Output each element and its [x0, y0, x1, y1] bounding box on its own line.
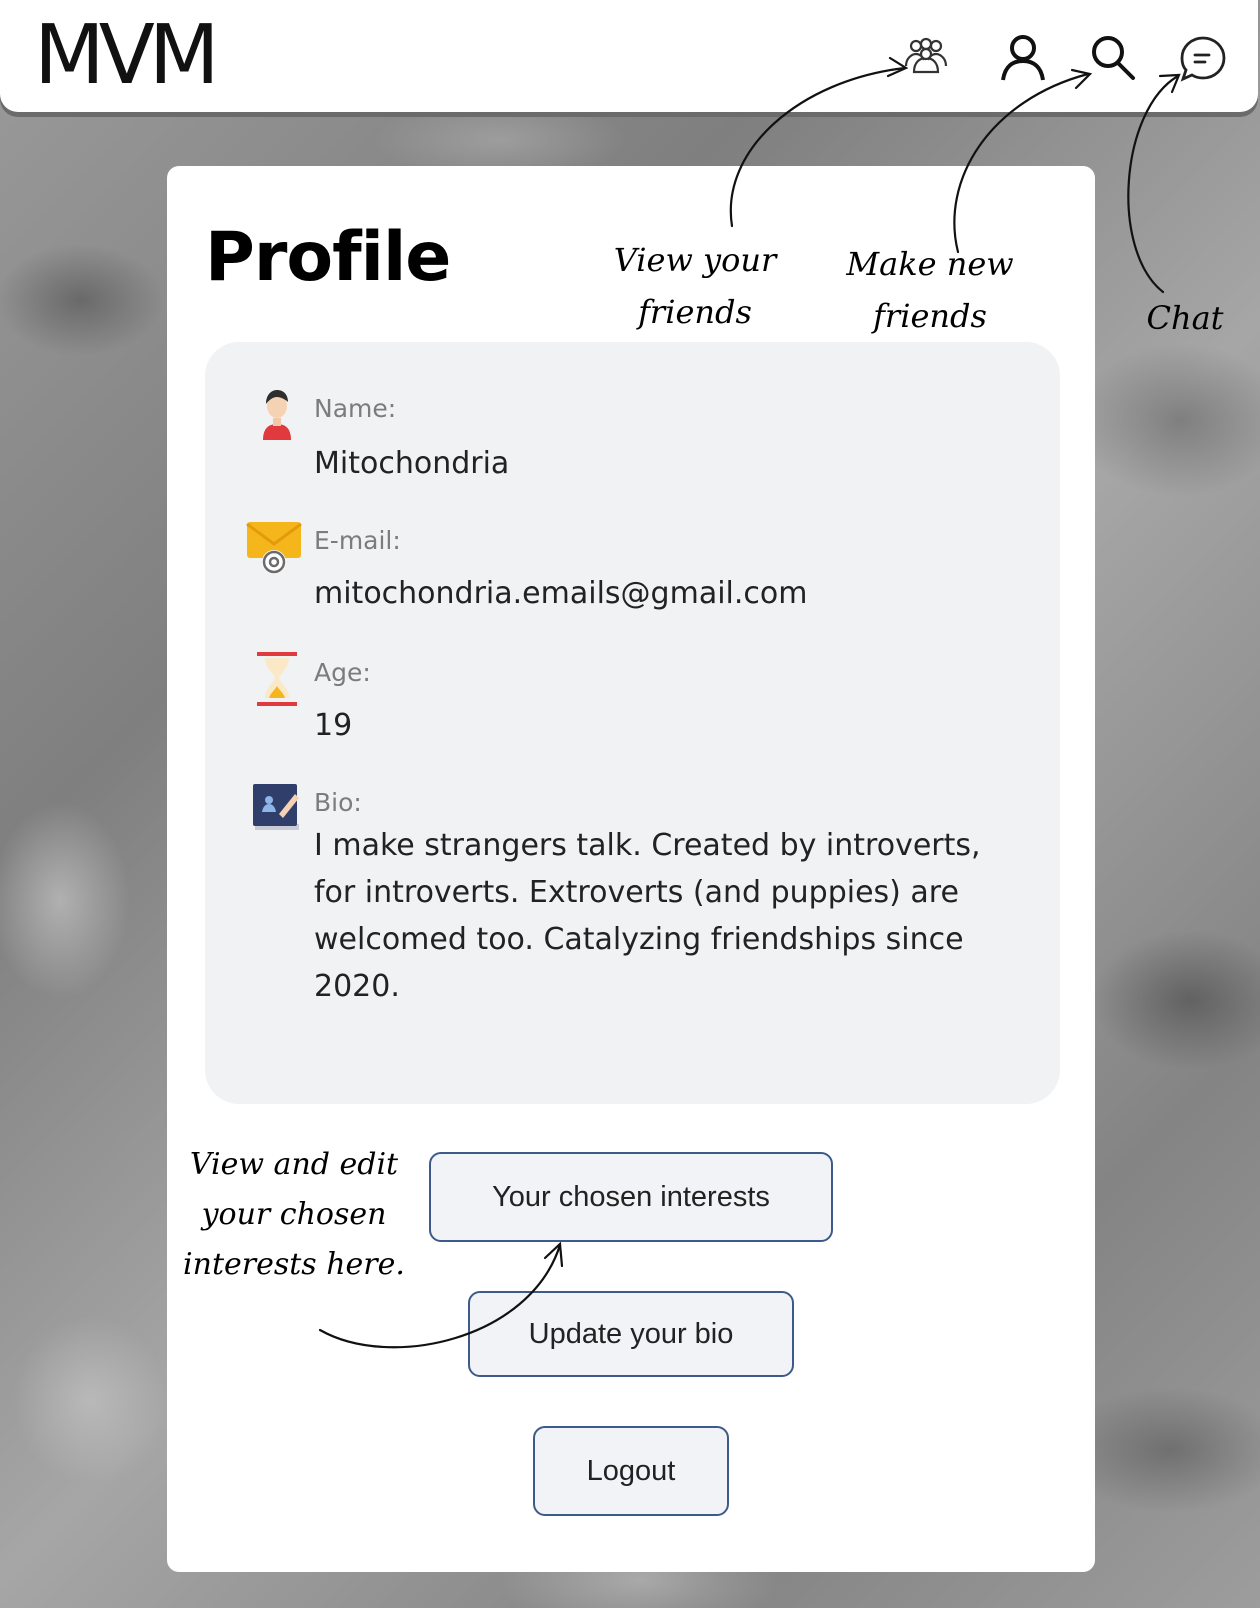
chat-arrow [1127, 74, 1180, 294]
friends-arrow [729, 66, 907, 228]
friends-arrowhead [886, 56, 909, 78]
make-friends-arrow [953, 72, 1090, 254]
interests-arrow [318, 1243, 562, 1349]
annotation-arrows [318, 56, 1181, 1349]
